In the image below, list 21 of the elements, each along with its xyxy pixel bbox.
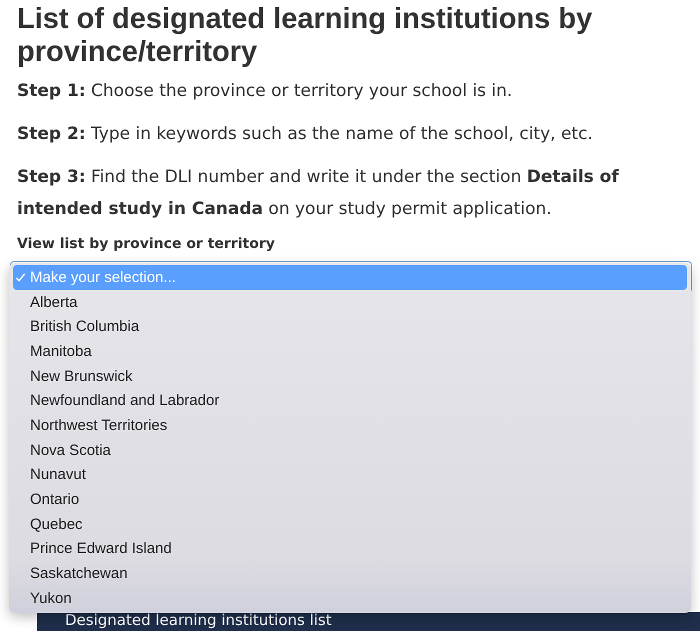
page-heading: List of designated learning institutions by province/territory: [17, 3, 594, 69]
menu-option[interactable]: Northwest Territories: [13, 413, 687, 438]
menu-option[interactable]: Nova Scotia: [13, 438, 687, 462]
menu-option[interactable]: Newfoundland and Labrador: [13, 388, 687, 414]
menu-option[interactable]: Ontario: [13, 487, 687, 512]
step-instruction: Step 3: Find the DLI number and write it under the section Details of intended study in Canada on your study permit application.: [17, 166, 620, 221]
menu-option[interactable]: Alberta: [13, 290, 687, 314]
check-icon: [16, 273, 26, 282]
step-instruction: Step 2: Type in keywords such as the name of the school, city, etc.: [17, 123, 594, 146]
menu-option[interactable]: Quebec: [13, 512, 687, 537]
menu-option[interactable]: Nunavut: [13, 462, 687, 488]
menu-option[interactable]: Prince Edward Island: [13, 536, 687, 562]
menu-option[interactable]: Saskatchewan: [13, 561, 687, 586]
menu-option[interactable]: Yukon: [13, 586, 687, 611]
panel-title: Designated learning institutions list: [64, 612, 333, 629]
field-label: View list by province or territory: [17, 236, 276, 252]
dropdown-menu[interactable]: Make your selection... Alberta British Columbia Manitoba New Brunswick Newfoundland and Labrador Northwest Territories Nova Scotia Nunavut Ontario Quebec Prince Edward Island Saskatchewan Yukon: [9, 263, 691, 613]
menu-option[interactable]: Manitoba: [13, 339, 687, 364]
menu-option[interactable]: New Brunswick: [13, 364, 687, 388]
step-instruction: Step 1: Choose the province or territory your school is in.: [17, 80, 514, 103]
menu-option[interactable]: British Columbia: [13, 314, 687, 340]
